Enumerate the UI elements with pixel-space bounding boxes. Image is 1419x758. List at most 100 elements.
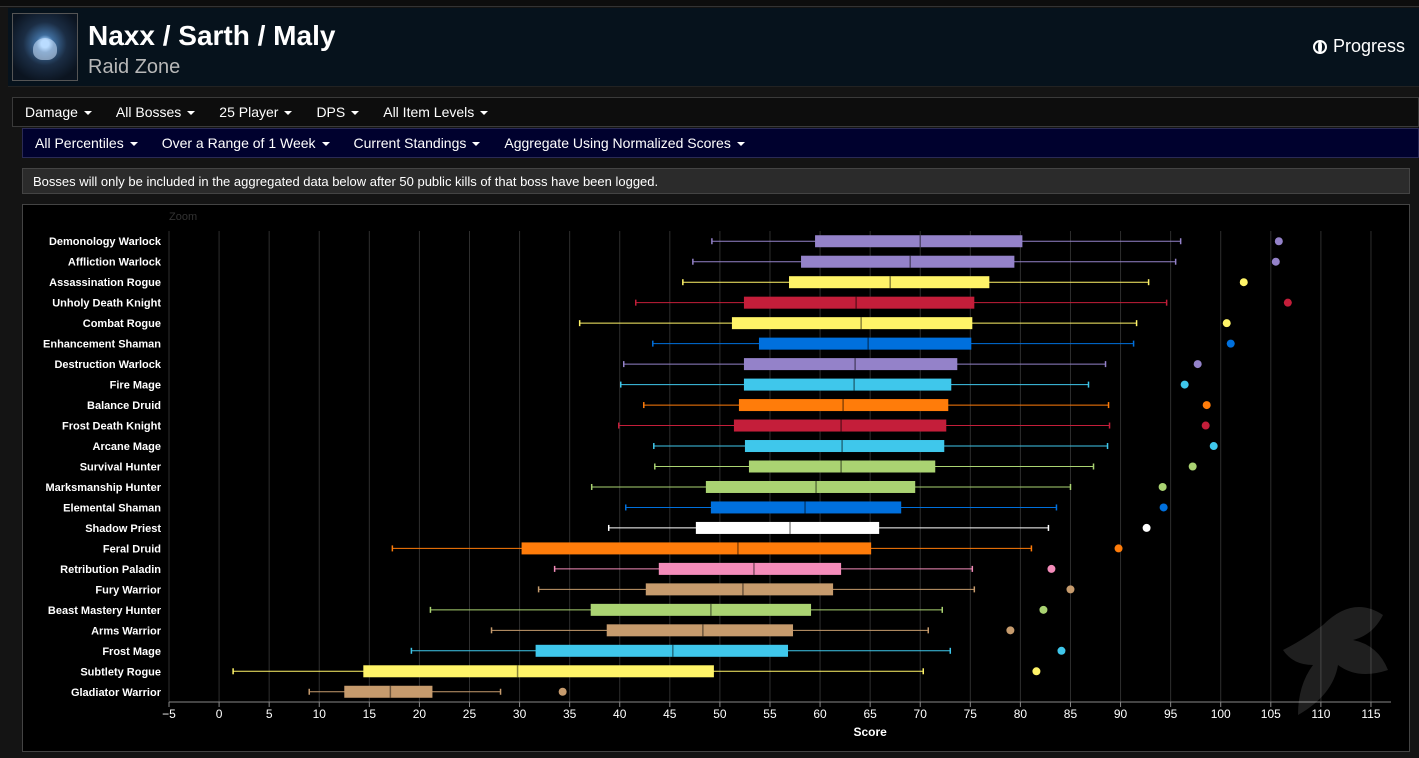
x-tick-label: 10 (313, 707, 327, 721)
outlier-point (1188, 462, 1197, 471)
x-tick-label: 100 (1211, 707, 1231, 721)
category-label: Frost Death Knight (62, 421, 161, 433)
top-border (0, 0, 1419, 7)
category-label: Retribution Paladin (60, 564, 161, 576)
box (645, 583, 834, 596)
box (801, 255, 1015, 268)
page-title: Naxx / Sarth / Maly (88, 20, 336, 51)
dropdown-percentiles[interactable]: All Percentiles (35, 135, 138, 151)
dropdown-standings[interactable]: Current Standings (354, 135, 481, 151)
zoom-label[interactable]: Zoom (169, 211, 197, 223)
outlier-point (1202, 401, 1211, 410)
outlier-point (1047, 564, 1056, 573)
outlier-point (1209, 442, 1218, 451)
dropdown-role[interactable]: DPS (316, 104, 360, 120)
progress-label: Progress (1332, 36, 1405, 56)
category-label: Shadow Priest (85, 523, 161, 535)
x-tick-label: 85 (1064, 707, 1078, 721)
category-label: Destruction Warlock (54, 359, 161, 371)
x-tick-label: 115 (1361, 707, 1380, 721)
outlier-point (1039, 605, 1048, 614)
dropdown-label: All Percentiles (35, 135, 124, 151)
outlier-point (558, 687, 567, 696)
category-label: Affliction Warlock (68, 257, 162, 269)
filter-bar-primary: Damage All Bosses 25 Player DPS All Item… (12, 97, 1419, 127)
watermark-logo (1283, 607, 1388, 715)
category-label: Balance Druid (87, 400, 161, 412)
x-tick-label: 45 (663, 707, 677, 721)
chart-container: Zoom −5 0 5 10 15 20 25 30 35 40 45 50 55 60 65 70 75 80 8… (22, 204, 1410, 752)
outlier-point (1222, 319, 1231, 328)
box (363, 665, 714, 678)
x-tick-label: 30 (513, 707, 527, 721)
box (815, 235, 1023, 248)
outlier-point (1057, 646, 1066, 655)
watermark-shape (1283, 607, 1388, 715)
outlier-point (1142, 523, 1151, 532)
box (658, 562, 842, 575)
x-tick-label: 110 (1311, 707, 1330, 721)
dropdown-boss[interactable]: All Bosses (115, 104, 196, 120)
box (535, 644, 789, 657)
category-label: Arms Warrior (91, 625, 162, 637)
outlier-point (1283, 298, 1292, 307)
dropdown-size[interactable]: 25 Player (219, 104, 293, 120)
category-label: Subtlety Rogue (80, 666, 161, 678)
category-label: Survival Hunter (80, 462, 162, 474)
x-tick-label: 5 (266, 707, 273, 721)
box (758, 337, 972, 350)
caret-down-icon (83, 111, 92, 116)
x-tick-label: 105 (1261, 707, 1281, 721)
box (695, 521, 880, 534)
x-tick-label: 50 (713, 707, 727, 721)
box (748, 460, 936, 473)
box (743, 358, 958, 371)
dropdown-aggregate[interactable]: Aggregate Using Normalized Scores (504, 135, 745, 151)
x-tick-label: 90 (1114, 707, 1128, 721)
category-label: Arcane Mage (93, 441, 161, 453)
outlier-point (1159, 503, 1168, 512)
x-tick-label: 35 (563, 707, 577, 721)
category-label: Unholy Death Knight (52, 298, 161, 310)
outlier-point (1201, 421, 1210, 430)
category-label: Feral Druid (103, 543, 161, 555)
dropdown-label: All Bosses (115, 104, 182, 120)
box (743, 378, 952, 391)
outlier-point (1180, 380, 1189, 389)
x-tick-label: 70 (914, 707, 928, 721)
category-label: Demonology Warlock (49, 236, 162, 248)
x-tick-label: 95 (1164, 707, 1178, 721)
x-tick-label: 0 (216, 707, 223, 721)
box (521, 542, 872, 555)
box (590, 603, 812, 616)
outlier-point (1239, 278, 1248, 287)
filter-bar-secondary: All Percentiles Over a Range of 1 Week C… (22, 128, 1419, 158)
box (344, 685, 433, 698)
box (705, 480, 916, 493)
x-tick-label: 55 (763, 707, 777, 721)
dropdown-item-level[interactable]: All Item Levels (383, 104, 489, 120)
dropdown-metric[interactable]: Damage (25, 104, 92, 120)
globe-icon (1312, 39, 1327, 54)
page-subtitle: Raid Zone (88, 56, 181, 78)
dropdown-label: 25 Player (219, 104, 279, 120)
x-tick-label: 75 (964, 707, 978, 721)
caret-down-icon (187, 111, 196, 116)
dropdown-range[interactable]: Over a Range of 1 Week (162, 135, 330, 151)
box (710, 501, 902, 514)
category-label: Gladiator Warrior (71, 687, 162, 699)
outlier-point (1271, 257, 1280, 266)
outlier-point (1193, 360, 1202, 369)
box (743, 296, 975, 309)
notice-banner: Bosses will only be included in the aggr… (22, 168, 1410, 194)
category-label: Elemental Shaman (63, 502, 161, 514)
category-label: Beast Mastery Hunter (48, 605, 162, 617)
dropdown-label: Over a Range of 1 Week (161, 135, 316, 151)
outlier-point (1158, 482, 1167, 491)
outlier-point (1226, 339, 1235, 348)
x-axis-label: Score (854, 725, 888, 739)
progress-link[interactable]: Progress (1312, 36, 1405, 57)
outlier-point (1274, 237, 1283, 246)
caret-down-icon (351, 111, 360, 116)
caret-down-icon (284, 111, 293, 116)
